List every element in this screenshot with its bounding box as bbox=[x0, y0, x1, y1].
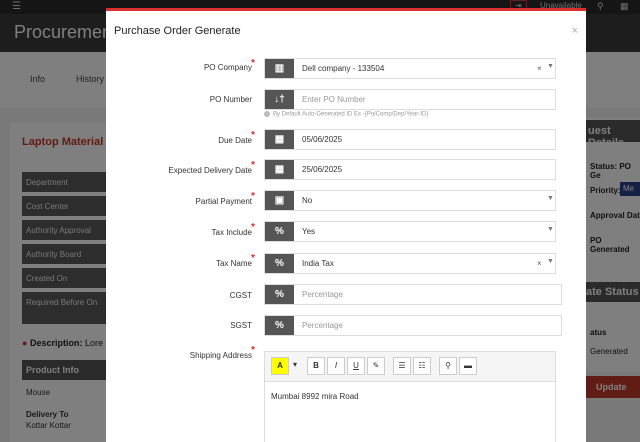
chevron-down-icon[interactable]: ▼ bbox=[547, 226, 554, 233]
bold-button[interactable]: B bbox=[307, 357, 325, 375]
hint-text: By Default Auto-Generated ID Ex -{Po/Com… bbox=[273, 111, 429, 118]
due-date-field[interactable]: ▦ 05/06/2025 bbox=[264, 129, 556, 150]
partial-payment-label: Partial Payment bbox=[195, 197, 252, 206]
purchase-order-modal: Purchase Order Generate × PO Company * ▥… bbox=[106, 8, 586, 442]
percent-icon: % bbox=[265, 222, 294, 241]
required-marker: * bbox=[251, 345, 255, 356]
chevron-down-icon[interactable]: ▼ bbox=[547, 63, 554, 70]
chevron-down-icon[interactable]: ▼ bbox=[547, 195, 554, 202]
required-marker: * bbox=[251, 58, 255, 69]
tax-name-value: India Tax bbox=[302, 259, 334, 268]
money-icon: ▣ bbox=[265, 191, 294, 210]
close-icon[interactable]: × bbox=[572, 25, 578, 37]
po-company-select[interactable]: ▥ Dell company - 133504 × ▼ bbox=[264, 58, 556, 79]
calendar-icon: ▦ bbox=[265, 160, 294, 179]
po-number-field: ↓† bbox=[264, 89, 556, 110]
ordered-list-button[interactable]: ☷ bbox=[413, 357, 431, 375]
partial-payment-value: No bbox=[302, 196, 313, 205]
tax-include-value: Yes bbox=[302, 227, 316, 236]
building-icon: ▥ bbox=[265, 59, 294, 78]
sgst-field: % bbox=[264, 315, 562, 336]
clear-icon[interactable]: × bbox=[537, 64, 542, 73]
due-date-label: Due Date bbox=[218, 136, 252, 145]
partial-payment-select[interactable]: ▣ No ▼ bbox=[264, 190, 556, 211]
font-color-button[interactable]: A bbox=[271, 357, 289, 375]
required-marker: * bbox=[251, 130, 255, 141]
required-marker: * bbox=[251, 253, 255, 264]
media-button[interactable]: ▬ bbox=[459, 357, 477, 375]
tax-name-label: Tax Name bbox=[215, 259, 252, 268]
po-number-label: PO Number bbox=[209, 95, 252, 104]
link-button[interactable]: ⚲ bbox=[439, 357, 457, 375]
percent-icon: % bbox=[265, 316, 294, 335]
cgst-input[interactable] bbox=[296, 286, 558, 303]
required-marker: * bbox=[251, 222, 255, 233]
tax-include-select[interactable]: % Yes ▼ bbox=[264, 221, 556, 242]
expected-delivery-label: Expected Delivery Date bbox=[168, 166, 252, 175]
cgst-field: % bbox=[264, 284, 562, 305]
clear-icon[interactable]: × bbox=[537, 259, 542, 268]
required-marker: * bbox=[251, 160, 255, 171]
editor-toolbar: A ▾ B I U ✎ ☰ ☷ ⚲ ▬ bbox=[265, 352, 555, 382]
sgst-label: SGST bbox=[230, 321, 252, 330]
shipping-address-editor[interactable]: A ▾ B I U ✎ ☰ ☷ ⚲ ▬ Mumbai 8992 mira Roa… bbox=[264, 351, 556, 442]
po-company-value: Dell company - 133504 bbox=[302, 64, 385, 73]
modal-title: Purchase Order Generate bbox=[114, 25, 241, 37]
tax-include-label: Tax Include bbox=[211, 228, 252, 237]
calendar-icon: ▦ bbox=[265, 130, 294, 149]
sgst-input[interactable] bbox=[296, 317, 558, 334]
percent-icon: % bbox=[265, 254, 294, 273]
clear-format-button[interactable]: ✎ bbox=[367, 357, 385, 375]
shipping-address-label: Shipping Address bbox=[189, 351, 252, 360]
shipping-address-value[interactable]: Mumbai 8992 mira Road bbox=[271, 392, 359, 401]
italic-button[interactable]: I bbox=[327, 357, 345, 375]
po-number-input[interactable] bbox=[296, 91, 551, 108]
unordered-list-button[interactable]: ☰ bbox=[393, 357, 411, 375]
percent-icon: % bbox=[265, 285, 294, 304]
sort-icon: ↓† bbox=[265, 90, 294, 109]
expected-delivery-value: 25/06/2025 bbox=[302, 165, 343, 174]
po-number-hint: By Default Auto-Generated ID Ex -{Po/Com… bbox=[264, 111, 428, 118]
due-date-value: 05/06/2025 bbox=[302, 135, 343, 144]
cgst-label: CGST bbox=[229, 291, 252, 300]
tax-name-select[interactable]: % India Tax × ▼ bbox=[264, 253, 556, 274]
po-company-label: PO Company bbox=[203, 63, 252, 72]
chevron-down-icon[interactable]: ▾ bbox=[289, 357, 301, 375]
chevron-down-icon[interactable]: ▼ bbox=[547, 258, 554, 265]
question-icon bbox=[264, 111, 270, 117]
required-marker: * bbox=[251, 191, 255, 202]
expected-delivery-field[interactable]: ▦ 25/06/2025 bbox=[264, 159, 556, 180]
underline-button[interactable]: U bbox=[347, 357, 365, 375]
